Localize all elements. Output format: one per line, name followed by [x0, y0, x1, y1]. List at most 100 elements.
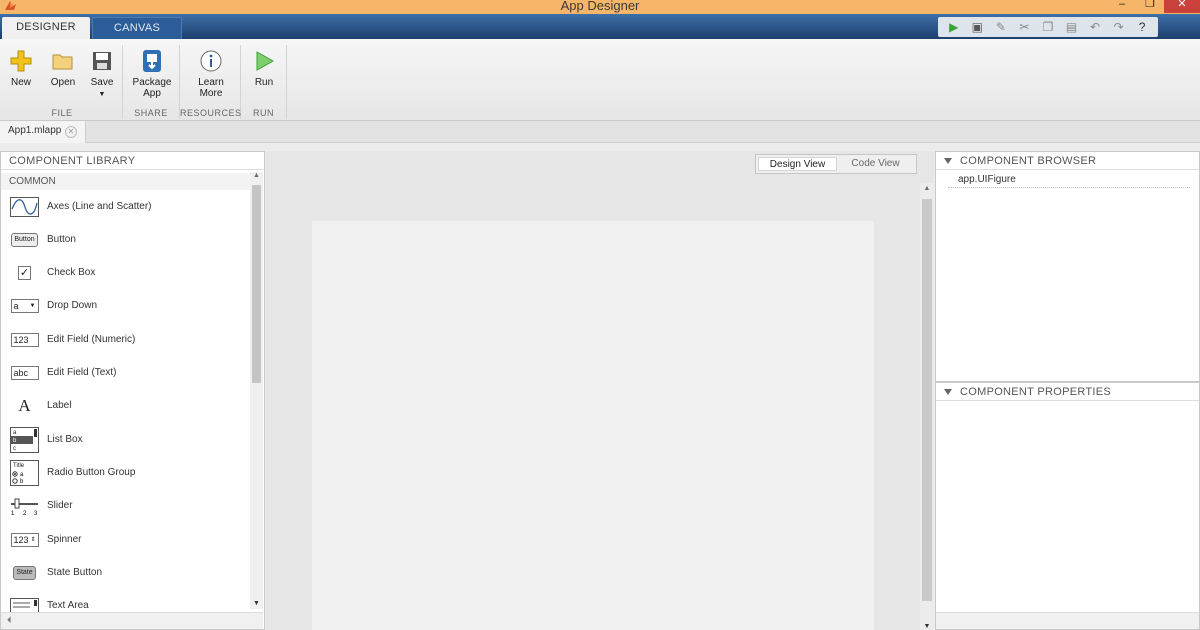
scroll-up-icon[interactable]: ▲: [920, 185, 934, 192]
quick-access-toolbar: ▶ ▣ ✎ ✂ ❐ ▤ ↶ ↷ ?: [938, 17, 1158, 37]
library-item-label: Edit Field (Text): [47, 367, 117, 378]
svg-text:Title: Title: [13, 463, 25, 469]
run-button[interactable]: Run: [249, 45, 279, 88]
library-item-label: Label: [47, 400, 72, 411]
library-item-label: Slider: [47, 500, 73, 511]
close-tab-icon[interactable]: ✕: [65, 126, 77, 138]
new-icon: [10, 50, 32, 72]
library-item-label: Radio Button Group: [47, 467, 136, 478]
button-icon: Button: [10, 230, 39, 250]
minimize-button[interactable]: –: [1108, 0, 1136, 13]
save-icon[interactable]: ▣: [969, 20, 985, 34]
ribbon: New Open Save ▼ FILE Package App SHARE Lea…: [0, 39, 1200, 121]
save-icon: [93, 52, 111, 70]
spinner-icon: 123 ⇕: [10, 530, 39, 550]
run-label: Run: [254, 77, 274, 88]
paste-icon[interactable]: ▤: [1064, 20, 1080, 34]
library-item-spinner[interactable]: 123 ⇕ Spinner: [1, 524, 251, 556]
cut-icon[interactable]: ✂: [1016, 20, 1032, 34]
library-horizontal-scrollbar[interactable]: ⏴: [1, 612, 263, 629]
copy-icon[interactable]: ❐: [1040, 20, 1056, 34]
properties-horizontal-scrollbar[interactable]: [936, 612, 1199, 629]
component-properties-panel: COMPONENT PROPERTIES: [935, 382, 1200, 630]
library-item-radio-button-group[interactable]: Title a b Radio Button Group: [1, 457, 251, 489]
close-button[interactable]: ✕: [1164, 0, 1200, 13]
open-label: Open: [50, 77, 76, 88]
redo-icon[interactable]: ↷: [1111, 20, 1127, 34]
library-item-label: Spinner: [47, 534, 82, 545]
new-button[interactable]: New: [6, 45, 36, 88]
library-scroll-thumb[interactable]: [252, 185, 261, 383]
ui-figure-canvas[interactable]: [312, 221, 874, 630]
share-group-label: SHARE: [134, 108, 168, 118]
svg-text:2: 2: [23, 511, 27, 516]
learn-label-line2: More: [199, 88, 223, 99]
run-icon: [256, 51, 275, 71]
document-tab-bar: App1.mlapp ✕: [0, 121, 1200, 143]
library-item-label-component[interactable]: A Label: [1, 390, 251, 422]
library-item-label: Drop Down: [47, 300, 98, 311]
library-item-axes[interactable]: Axes (Line and Scatter): [1, 191, 251, 223]
package-app-button[interactable]: Package App: [129, 45, 175, 99]
brush-icon[interactable]: ✎: [993, 20, 1009, 34]
radio-button-group-icon: Title a b: [10, 460, 39, 486]
library-item-slider[interactable]: 1 2 3 Slider: [1, 490, 251, 522]
component-library-title: COMPONENT LIBRARY: [1, 152, 264, 170]
open-button[interactable]: Open: [46, 45, 80, 88]
tab-designer[interactable]: DESIGNER: [2, 17, 90, 39]
common-section-header: COMMON: [1, 173, 251, 190]
title-bar: App Designer – ❐ ✕: [0, 0, 1200, 14]
library-item-label: Edit Field (Numeric): [47, 334, 136, 345]
share-group: Package App SHARE: [123, 45, 180, 119]
library-item-edit-field-text[interactable]: abc Edit Field (Text): [1, 357, 251, 389]
check-box-icon: ✓: [17, 266, 32, 280]
design-view-button[interactable]: Design View: [758, 157, 837, 171]
maximize-button[interactable]: ❐: [1136, 0, 1164, 13]
scroll-left-icon[interactable]: ⏴: [7, 615, 12, 626]
edit-field-text-icon: abc: [10, 363, 39, 383]
library-item-check-box[interactable]: ✓ Check Box: [1, 257, 251, 289]
document-tab[interactable]: App1.mlapp ✕: [0, 121, 86, 143]
tree-node-uifigure[interactable]: app.UIFigure: [948, 174, 1190, 188]
svg-text:c: c: [13, 446, 16, 452]
library-item-state-button[interactable]: State State Button: [1, 557, 251, 589]
save-button[interactable]: Save ▼: [86, 45, 118, 100]
undo-icon[interactable]: ↶: [1087, 20, 1103, 34]
ribbon-tab-bar: DESIGNER CANVAS ▶ ▣ ✎ ✂ ❐ ▤ ↶ ↷ ?: [0, 14, 1200, 39]
save-label: Save: [90, 77, 114, 88]
component-browser-header[interactable]: COMPONENT BROWSER: [936, 152, 1199, 170]
chevron-down-icon[interactable]: ▼: [99, 91, 106, 98]
library-item-label: Text Area: [47, 600, 89, 611]
component-browser-title: COMPONENT BROWSER: [960, 155, 1097, 167]
edit-field-numeric-icon: 123: [10, 330, 39, 350]
package-label-line2: App: [143, 88, 161, 99]
list-box-icon: abc: [10, 427, 39, 453]
canvas-scroll-thumb[interactable]: [922, 199, 932, 601]
help-icon[interactable]: ?: [1134, 20, 1150, 34]
resources-group-label: RESOURCES: [180, 108, 242, 118]
library-item-button[interactable]: Button Button: [1, 224, 251, 256]
collapse-triangle-icon[interactable]: [944, 389, 952, 396]
svg-text:3: 3: [34, 511, 38, 516]
library-item-edit-field-numeric[interactable]: 123 Edit Field (Numeric): [1, 324, 251, 356]
scroll-down-icon[interactable]: ▼: [920, 623, 934, 630]
label-icon: A: [18, 396, 31, 415]
view-toggle: Design View Code View: [755, 154, 917, 174]
svg-text:1: 1: [11, 511, 15, 516]
scroll-down-icon[interactable]: ▼: [250, 600, 263, 607]
learn-label-line1: Learn: [198, 77, 224, 88]
code-view-button[interactable]: Code View: [837, 157, 914, 171]
library-item-list-box[interactable]: abc List Box: [1, 424, 251, 456]
library-item-label: Button: [47, 234, 76, 245]
library-item-label: Axes (Line and Scatter): [47, 201, 152, 212]
component-properties-header[interactable]: COMPONENT PROPERTIES: [936, 383, 1199, 401]
axes-icon: [10, 197, 39, 217]
run-group-label: RUN: [253, 108, 274, 118]
tab-canvas[interactable]: CANVAS: [92, 17, 182, 39]
collapse-triangle-icon[interactable]: [944, 158, 952, 165]
learn-more-button[interactable]: Learn More: [191, 45, 231, 99]
library-item-drop-down[interactable]: a ▼ Drop Down: [1, 290, 251, 322]
open-folder-icon: [52, 54, 73, 70]
scroll-up-icon[interactable]: ▲: [250, 172, 263, 179]
run-icon[interactable]: ▶: [946, 20, 962, 34]
